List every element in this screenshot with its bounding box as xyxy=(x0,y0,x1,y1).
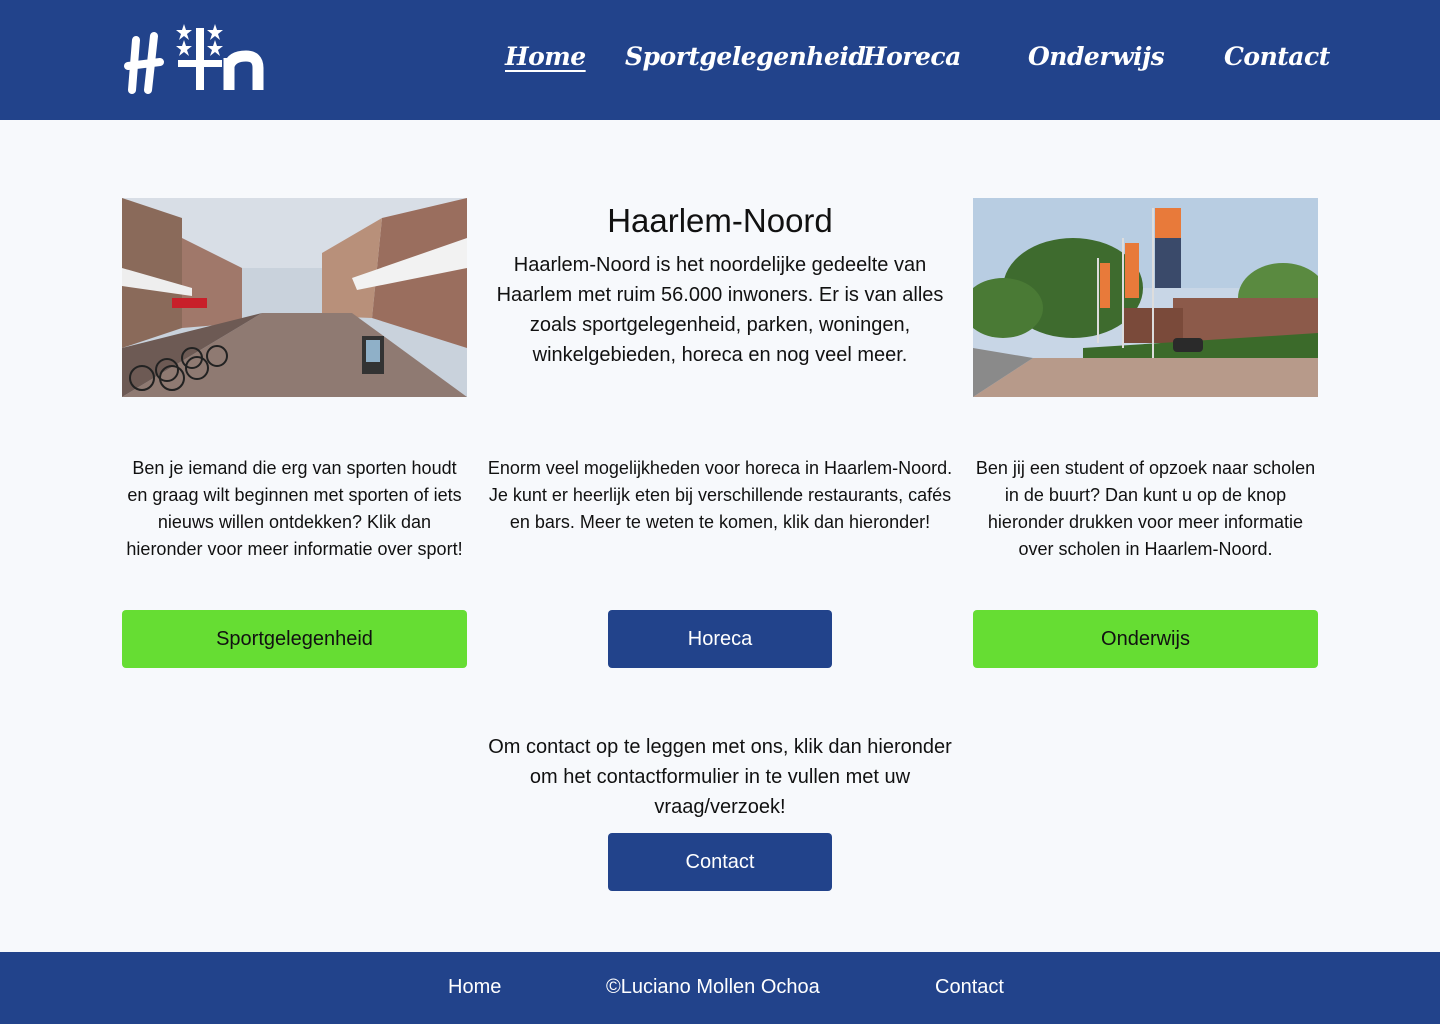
page-title: Haarlem-Noord xyxy=(607,202,833,239)
nav-home[interactable]: Home xyxy=(505,42,586,82)
footer-contact-link[interactable]: Contact xyxy=(935,976,1004,999)
footer-copyright: ©Luciano Mollen Ochoa xyxy=(606,976,820,998)
nav-contact[interactable]: Contact xyxy=(1224,42,1330,82)
site-logo[interactable] xyxy=(122,22,267,94)
street-photo xyxy=(122,198,467,397)
nav-horeca[interactable]: Horeca xyxy=(863,42,961,82)
onderwijs-button[interactable]: Onderwijs xyxy=(973,610,1318,668)
logo-mark-icon xyxy=(124,24,264,94)
nav-onderwijs[interactable]: Onderwijs xyxy=(1028,42,1165,82)
onderwijs-description: Ben jij een student of opzoek naar schol… xyxy=(975,458,1316,559)
footer-home-link[interactable]: Home xyxy=(448,976,501,999)
contact-description: Om contact op te leggen met ons, klik da… xyxy=(488,736,952,818)
site-footer: Home ©Luciano Mollen Ochoa Contact xyxy=(0,952,1440,1024)
intro-paragraph: Haarlem-Noord is het noordelijke gedeelt… xyxy=(496,254,944,366)
sportgelegenheid-button[interactable]: Sportgelegenheid xyxy=(122,610,467,668)
contact-button[interactable]: Contact xyxy=(608,833,832,891)
plaza-photo xyxy=(973,198,1318,397)
horeca-description: Enorm veel mogelijkheden voor horeca in … xyxy=(487,458,953,532)
nav-sportgelegenheid[interactable]: Sportgelegenheid xyxy=(625,42,866,82)
horeca-button[interactable]: Horeca xyxy=(608,610,832,668)
sport-description: Ben je iemand die erg van sporten houdt … xyxy=(126,458,463,559)
site-header: Home Sportgelegenheid Horeca Onderwijs C… xyxy=(0,0,1440,120)
